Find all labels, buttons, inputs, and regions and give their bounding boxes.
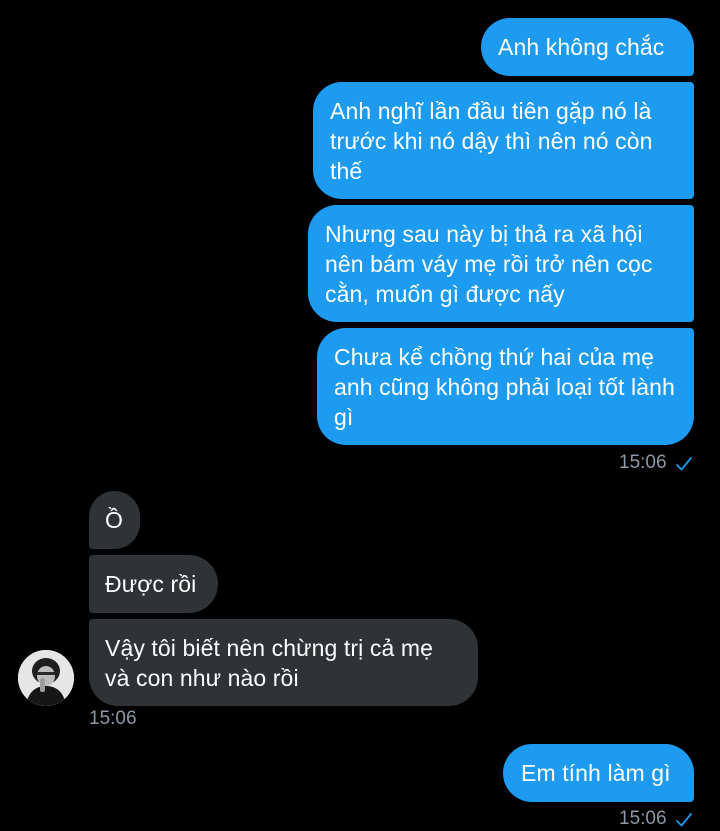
outgoing-message[interactable]: Anh nghĩ lần đầu tiên gặp nó là trước kh…: [313, 82, 694, 199]
check-icon: [676, 813, 692, 827]
message-text: Nhưng sau này bị thả ra xã hội nên bám v…: [325, 221, 653, 307]
outgoing-message[interactable]: Chưa kể chồng thứ hai của mẹ anh cũng kh…: [317, 328, 694, 445]
message-timestamp: 15:06: [619, 452, 667, 473]
message-text: Vậy tôi biết nên chừng trị cả mẹ và con …: [105, 635, 433, 691]
user-avatar[interactable]: [18, 650, 74, 706]
message-text: Chưa kể chồng thứ hai của mẹ anh cũng kh…: [334, 344, 675, 430]
message-text: Được rồi: [105, 571, 197, 597]
message-text: Em tính làm gì: [521, 760, 671, 786]
message-timestamp: 15:06: [619, 808, 667, 829]
message-text: Ồ: [105, 507, 123, 533]
message-text: Anh nghĩ lần đầu tiên gặp nó là trước kh…: [330, 98, 653, 184]
message-text: Anh không chắc: [498, 34, 665, 60]
outgoing-message[interactable]: Em tính làm gì: [503, 744, 694, 802]
incoming-message[interactable]: Ồ: [89, 491, 140, 549]
incoming-message[interactable]: Được rồi: [89, 555, 218, 613]
outgoing-message[interactable]: Anh không chắc: [481, 18, 694, 76]
incoming-message[interactable]: Vậy tôi biết nên chừng trị cả mẹ và con …: [89, 619, 478, 706]
message-timestamp: 15:06: [89, 708, 137, 729]
check-icon: [676, 457, 692, 471]
outgoing-message[interactable]: Nhưng sau này bị thả ra xã hội nên bám v…: [308, 205, 694, 322]
avatar-image: [18, 650, 74, 706]
